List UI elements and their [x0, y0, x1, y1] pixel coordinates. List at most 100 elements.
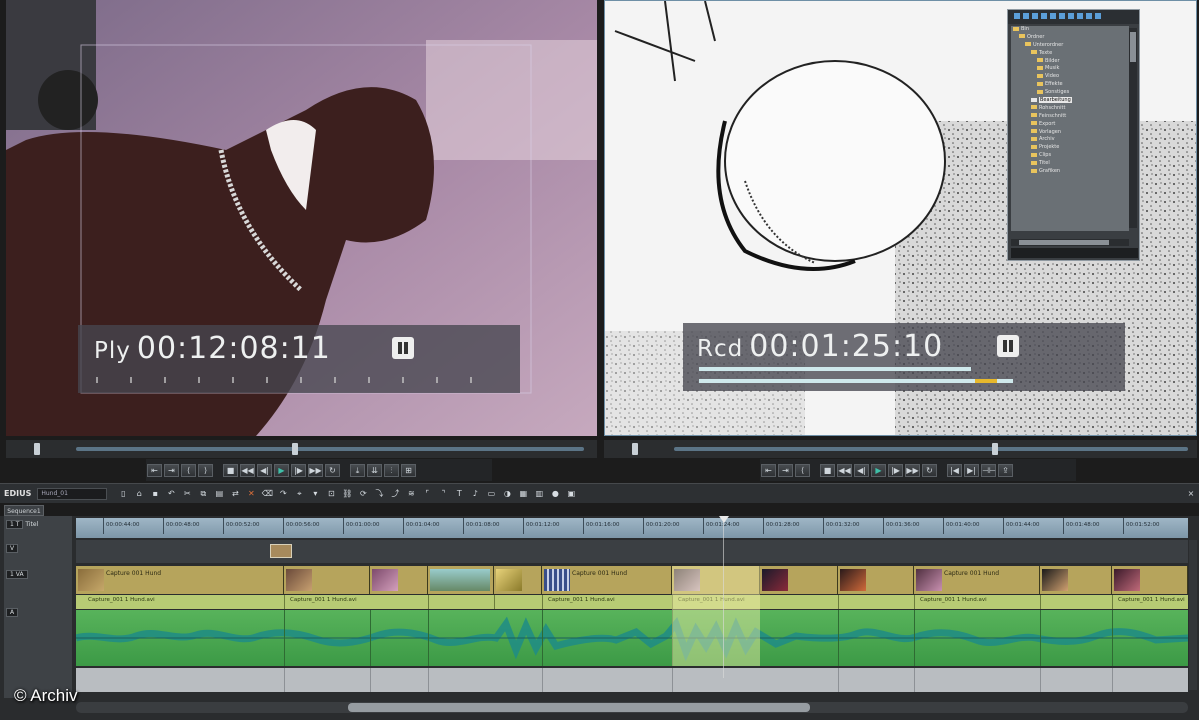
track-header-tag[interactable]: V [6, 544, 19, 553]
bin-window[interactable]: Bin Ordner Unterordner Texte Bilder Musi… [1007, 9, 1140, 261]
video-clip[interactable] [838, 566, 914, 594]
folder-tree[interactable]: Bin Ordner Unterordner Texte Bilder Musi… [1011, 26, 1129, 231]
folder-item[interactable]: Grafiken [1039, 168, 1060, 174]
scrollbar-thumb[interactable] [348, 703, 810, 712]
save-icon[interactable]: ▪ [149, 488, 161, 500]
player-zoom-knob[interactable] [34, 443, 40, 455]
grid-icon[interactable]: ▦ [517, 488, 529, 500]
video-clip[interactable] [760, 566, 838, 594]
folder-item-selected[interactable]: Bearbeitung [1039, 97, 1072, 104]
track-header-tag[interactable]: 1 VA [6, 570, 28, 579]
play-icon[interactable]: ▶ [871, 463, 886, 477]
stop-icon[interactable]: ■ [820, 463, 835, 477]
fast-forward-icon[interactable]: ▶▶ [308, 463, 323, 477]
folder-item[interactable]: Clips [1039, 152, 1051, 158]
match-frame-icon[interactable]: ⊞ [401, 463, 416, 477]
folder-item[interactable]: Unterordner [1033, 42, 1063, 48]
folder-item[interactable]: Titel [1039, 160, 1050, 166]
overwrite-mode-icon[interactable]: ⤴ [389, 488, 401, 500]
folder-item[interactable]: Sonstiges [1045, 89, 1069, 95]
project-name-field[interactable]: Hund_01 [37, 487, 108, 500]
export-icon[interactable]: ⇪ [998, 463, 1013, 477]
folder-item[interactable]: Bilder [1045, 58, 1060, 64]
folder-item[interactable]: Texte [1039, 50, 1052, 56]
set-in-icon[interactable]: ⇤ [147, 463, 162, 477]
link-icon[interactable]: ⛓ [341, 488, 353, 500]
microphone-icon[interactable]: ♪ [469, 488, 481, 500]
bin-vertical-scrollbar[interactable] [1129, 28, 1137, 228]
folder-item[interactable]: Musik [1045, 65, 1059, 71]
new-project-icon[interactable]: ▯ [117, 488, 129, 500]
video-clip[interactable] [1112, 566, 1188, 594]
empty-track[interactable] [76, 668, 1188, 692]
open-icon[interactable]: ⌂ [133, 488, 145, 500]
render-icon[interactable]: ▭ [485, 488, 497, 500]
record-icon[interactable]: ● [549, 488, 561, 500]
video-track[interactable]: Capture 001 Hund Capture 001 Hund Captur… [76, 566, 1188, 594]
bin-toolbar[interactable] [1008, 10, 1139, 24]
folder-item[interactable]: Projekte [1039, 144, 1059, 150]
loop-icon[interactable]: ↻ [325, 463, 340, 477]
add-marker-icon[interactable]: ▾ [309, 488, 321, 500]
timeline-playhead[interactable] [723, 518, 724, 678]
recorder-zoom-knob[interactable] [632, 443, 638, 455]
timeline-vertical-scrollbar[interactable] [1189, 540, 1197, 690]
set-out-icon[interactable]: ⇥ [778, 463, 793, 477]
folder-item[interactable]: Bin [1021, 26, 1029, 32]
recorder-position-slider[interactable] [604, 440, 1197, 458]
video-clip[interactable] [284, 566, 370, 594]
video-clip[interactable] [370, 566, 428, 594]
track-header-tag[interactable]: 1 T [6, 520, 24, 529]
step-back-icon[interactable]: ◀| [257, 463, 272, 477]
film-icon[interactable]: ▥ [533, 488, 545, 500]
step-back-icon[interactable]: ◀| [854, 463, 869, 477]
title-icon[interactable]: T [453, 488, 465, 500]
fast-forward-icon[interactable]: ▶▶ [905, 463, 920, 477]
track-header-tag[interactable]: A [6, 608, 19, 617]
folder-item[interactable]: Vorlagen [1039, 129, 1061, 135]
player-position-slider[interactable] [6, 440, 597, 458]
paste-icon[interactable]: ▤ [213, 488, 225, 500]
folder-item[interactable]: Feinschnitt [1039, 113, 1066, 119]
video-clip[interactable]: Capture 001 Hund [76, 566, 284, 594]
tab-sequence[interactable]: Sequence1 [4, 505, 44, 516]
clear-in-icon[interactable]: ⟨ [181, 463, 196, 477]
title-clip[interactable] [270, 544, 292, 558]
play-icon[interactable]: ▶ [274, 463, 289, 477]
undo-icon[interactable]: ↶ [165, 488, 177, 500]
insert-mode-icon[interactable]: ⤵ [373, 488, 385, 500]
ripple-delete-icon[interactable]: ⌫ [261, 488, 273, 500]
copy-icon[interactable]: ⧉ [197, 488, 209, 500]
folder-item[interactable]: Rohschnitt [1039, 105, 1065, 111]
step-forward-icon[interactable]: |▶ [888, 463, 903, 477]
player-playhead-knob[interactable] [292, 443, 298, 455]
set-in-icon[interactable]: ⇤ [761, 463, 776, 477]
sync-icon[interactable]: ⟳ [357, 488, 369, 500]
bin-horizontal-scrollbar[interactable] [1011, 239, 1129, 246]
video-clip[interactable] [494, 566, 542, 594]
video-clip[interactable]: Capture 001 Hund [542, 566, 672, 594]
set-out-icon[interactable]: ⇥ [164, 463, 179, 477]
playhead-marker-icon[interactable] [719, 516, 729, 523]
next-edit-icon[interactable]: ▶| [964, 463, 979, 477]
cut-icon[interactable]: ✂ [181, 488, 193, 500]
timecode-ruler[interactable]: 00:00:44:00 00:00:48:00 00:00:52:00 00:0… [76, 518, 1188, 538]
out-point-icon[interactable]: ⌝ [437, 488, 449, 500]
close-icon[interactable]: × [1185, 488, 1197, 500]
rewind-icon[interactable]: ◀◀ [240, 463, 255, 477]
loop-icon[interactable]: ↻ [922, 463, 937, 477]
step-forward-icon[interactable]: |▶ [291, 463, 306, 477]
ripple-mode-icon[interactable]: ≋ [405, 488, 417, 500]
title-track[interactable] [76, 540, 1188, 563]
previous-edit-icon[interactable]: |◀ [947, 463, 962, 477]
trim-icon[interactable]: ⊣⊢ [981, 463, 996, 477]
replace-icon[interactable]: ⇄ [229, 488, 241, 500]
folder-item[interactable]: Archiv [1039, 136, 1055, 142]
group-icon[interactable]: ⊡ [325, 488, 337, 500]
snap-icon[interactable]: ⌖ [293, 488, 305, 500]
video-clip[interactable]: Capture 001 Hund [914, 566, 1040, 594]
audio-track[interactable] [76, 610, 1188, 666]
folder-item[interactable]: Effekte [1045, 81, 1063, 87]
folder-item[interactable]: Video [1045, 73, 1059, 79]
rewind-icon[interactable]: ◀◀ [837, 463, 852, 477]
